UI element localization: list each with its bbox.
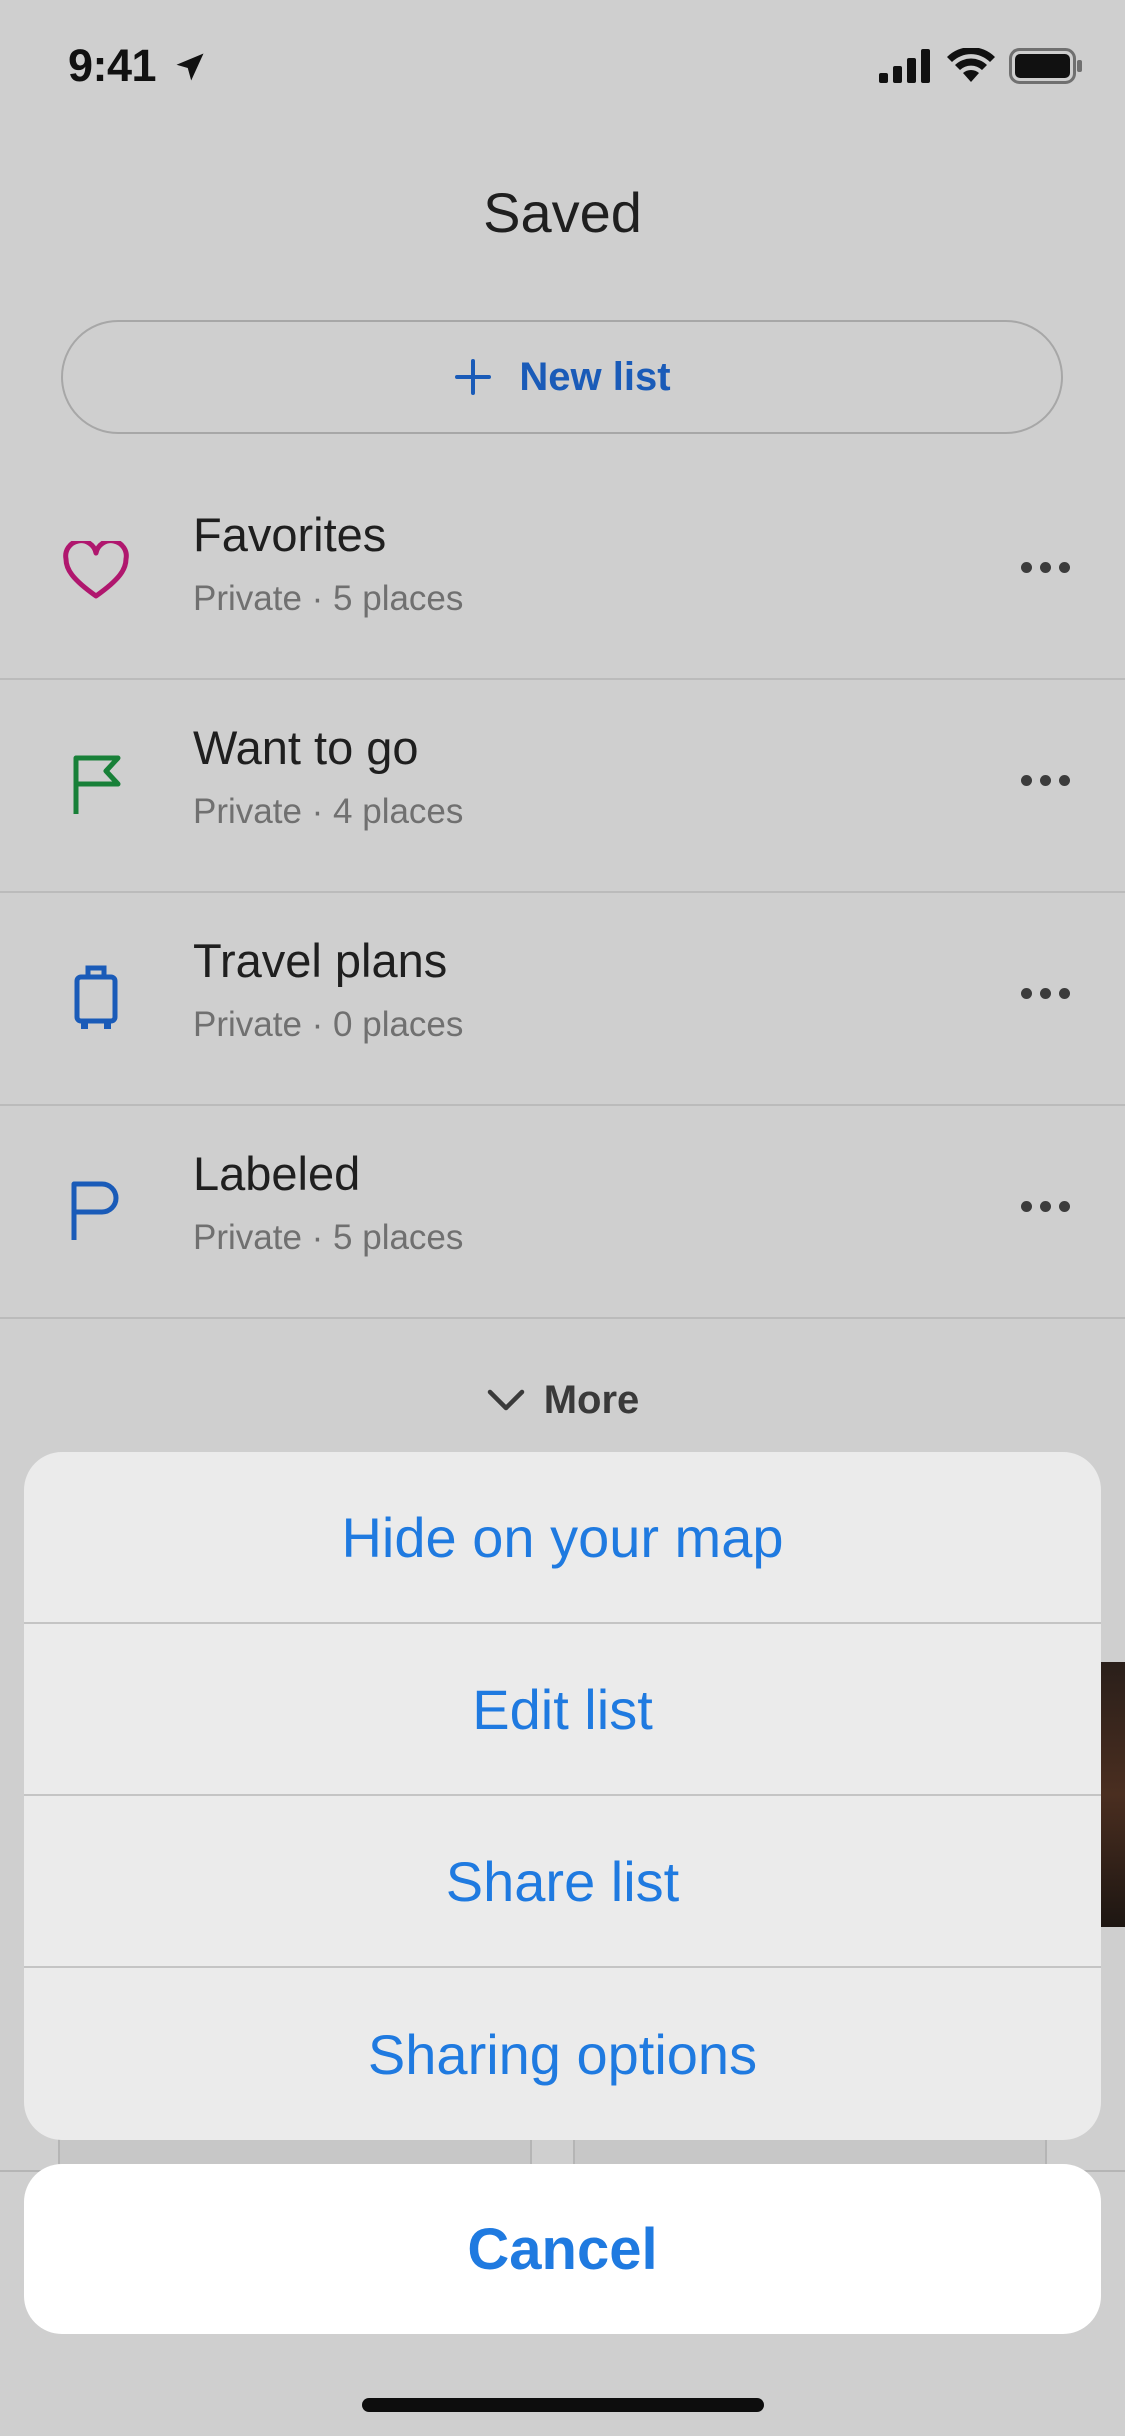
list-name: Travel plans: [193, 934, 448, 987]
list-item-travel-plans[interactable]: Travel plans Private · 0 places: [0, 893, 1125, 1106]
new-list-label: New list: [519, 354, 671, 399]
list-name: Favorites: [193, 508, 387, 561]
heart-icon: [58, 533, 134, 609]
more-options-button[interactable]: [1005, 527, 1085, 607]
list-meta: Private · 0 places: [193, 1005, 464, 1044]
list-item-want-to-go[interactable]: Want to go Private · 4 places: [0, 680, 1125, 893]
list-item-labeled[interactable]: Labeled Private · 5 places: [0, 1106, 1125, 1319]
edit-list-option[interactable]: Edit list: [24, 1624, 1101, 1796]
status-time: 9:41: [68, 40, 208, 92]
more-options-button[interactable]: [1005, 1166, 1085, 1246]
label-flag-icon: [58, 1172, 134, 1248]
more-options-button[interactable]: [1005, 740, 1085, 820]
list-item-favorites[interactable]: Favorites Private · 5 places: [0, 467, 1125, 680]
new-list-button[interactable]: New list: [61, 320, 1063, 434]
more-toggle[interactable]: More: [0, 1378, 1125, 1423]
sharing-options-option[interactable]: Sharing options: [24, 1968, 1101, 2140]
action-sheet: Hide on your map Edit list Share list Sh…: [24, 1452, 1101, 2140]
list-meta: Private · 5 places: [193, 1218, 464, 1257]
more-label: More: [543, 1378, 640, 1422]
cancel-button[interactable]: Cancel: [24, 2164, 1101, 2334]
list-name: Want to go: [193, 721, 419, 774]
cellular-signal-icon: [879, 49, 930, 83]
page-title: Saved: [483, 181, 642, 244]
suitcase-icon: [58, 959, 134, 1035]
hide-on-map-option[interactable]: Hide on your map: [24, 1452, 1101, 1624]
flag-icon: [58, 746, 134, 822]
location-arrow-icon: [176, 53, 204, 81]
chevron-down-icon: [487, 1389, 524, 1410]
background-photo-edge: [1098, 1662, 1125, 1927]
plus-icon: [455, 359, 492, 395]
list-meta: Private · 4 places: [193, 792, 464, 831]
home-indicator[interactable]: [362, 2398, 764, 2412]
list-name: Labeled: [193, 1147, 361, 1200]
battery-icon: [1009, 48, 1082, 84]
share-list-option[interactable]: Share list: [24, 1796, 1101, 1968]
list-meta: Private · 5 places: [193, 579, 464, 618]
more-options-button[interactable]: [1005, 953, 1085, 1033]
wifi-icon: [947, 48, 995, 82]
status-icons: [879, 48, 1083, 84]
